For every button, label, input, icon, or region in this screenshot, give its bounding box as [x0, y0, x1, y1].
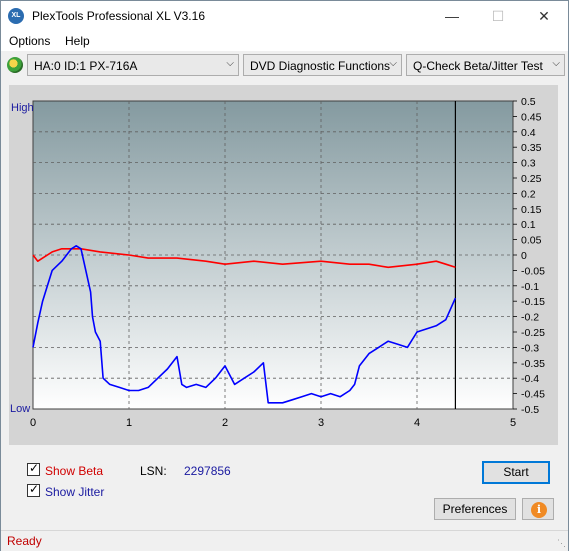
chevron-down-icon: ⌵ [389, 58, 397, 69]
resize-grip-icon[interactable]: ⋱ [557, 538, 566, 549]
y-tick-label: -0.45 [521, 389, 545, 401]
minimize-button[interactable]: — [429, 1, 475, 31]
y-tick-label: 0.15 [521, 204, 542, 216]
info-button[interactable]: i [522, 498, 554, 520]
lsn-value: 2297856 [184, 464, 231, 478]
start-button[interactable]: Start [482, 461, 550, 484]
chevron-down-icon: ⌵ [226, 58, 234, 69]
show-beta-checkbox[interactable]: ✓ [27, 461, 40, 476]
drive-select[interactable]: HA:0 ID:1 PX-716A ⌵ [27, 54, 239, 76]
x-tick-label: 4 [414, 417, 420, 429]
lsn-label: LSN: [140, 464, 167, 478]
y-tick-label: 0.5 [521, 96, 536, 108]
y-tick-label: -0.4 [521, 373, 539, 385]
y-tick-label: 0.35 [521, 142, 542, 154]
y-tick-label: -0.5 [521, 404, 539, 416]
y-tick-label: 0 [521, 250, 527, 262]
chart-panel: 0 1 2 3 4 5 0.5 0.45 0.4 0.35 0.3 0.25 0.2 0.15 0.1 0.0… [9, 85, 558, 445]
menu-bar: Options Help [1, 31, 568, 51]
x-tick-label: 3 [318, 417, 324, 429]
menu-help[interactable]: Help [65, 34, 90, 48]
maximize-button[interactable]: ☐ [475, 1, 521, 31]
axis-high-label: High [11, 102, 34, 114]
y-tick-label: 0.2 [521, 188, 536, 200]
menu-options[interactable]: Options [9, 34, 50, 48]
x-tick-label: 5 [510, 417, 516, 429]
preferences-button[interactable]: Preferences [434, 498, 516, 520]
y-tick-label: 0.4 [521, 127, 536, 139]
y-tick-label: -0.05 [521, 265, 545, 277]
y-tick-label: -0.15 [521, 296, 545, 308]
y-tick-label: 0.3 [521, 158, 536, 170]
show-jitter-checkbox[interactable]: ✓ [27, 482, 40, 497]
chevron-down-icon: ⌵ [552, 58, 560, 69]
toolbar: HA:0 ID:1 PX-716A ⌵ DVD Diagnostic Funct… [1, 52, 568, 80]
status-bar: Ready ⋱ [1, 530, 568, 551]
checkmark-icon: ✓ [29, 461, 40, 475]
checkmark-icon: ✓ [29, 482, 40, 496]
info-icon: i [531, 502, 547, 518]
title-bar[interactable]: XL PlexTools Professional XL V3.16 — ☐ ✕ [1, 1, 568, 31]
y-tick-label: 0.45 [521, 111, 542, 123]
window-title: PlexTools Professional XL V3.16 [32, 9, 205, 23]
y-tick-label: 0.25 [521, 173, 542, 185]
function-select[interactable]: DVD Diagnostic Functions ⌵ [243, 54, 402, 76]
beta-jitter-chart: 0 1 2 3 4 5 0.5 0.45 0.4 0.35 0.3 0.25 0.2 0.15 0.1 0.0… [10, 96, 545, 429]
show-beta-label[interactable]: Show Beta [45, 464, 103, 478]
y-tick-label: -0.3 [521, 342, 539, 354]
y-tick-label: -0.1 [521, 281, 539, 293]
x-tick-label: 2 [222, 417, 228, 429]
plextools-app-icon: XL [8, 8, 24, 24]
main-window: XL PlexTools Professional XL V3.16 — ☐ ✕… [0, 0, 569, 551]
x-tick-label: 1 [126, 417, 132, 429]
test-select-value: Q-Check Beta/Jitter Test [413, 59, 543, 73]
function-select-value: DVD Diagnostic Functions [250, 59, 391, 73]
test-select[interactable]: Q-Check Beta/Jitter Test ⌵ [406, 54, 565, 76]
y-tick-label: -0.35 [521, 358, 545, 370]
y-tick-label: 0.1 [521, 219, 536, 231]
y-tick-label: -0.25 [521, 327, 545, 339]
axis-low-label: Low [10, 403, 30, 415]
x-tick-label: 0 [30, 417, 36, 429]
y-tick-label: 0.05 [521, 235, 542, 247]
y-tick-label: -0.2 [521, 312, 539, 324]
show-jitter-label[interactable]: Show Jitter [45, 485, 104, 499]
drive-select-value: HA:0 ID:1 PX-716A [34, 59, 138, 73]
status-text: Ready [7, 534, 42, 548]
close-button[interactable]: ✕ [521, 1, 567, 31]
controls-panel: ✓ Show Beta ✓ Show Jitter LSN: 2297856 S… [9, 453, 558, 525]
